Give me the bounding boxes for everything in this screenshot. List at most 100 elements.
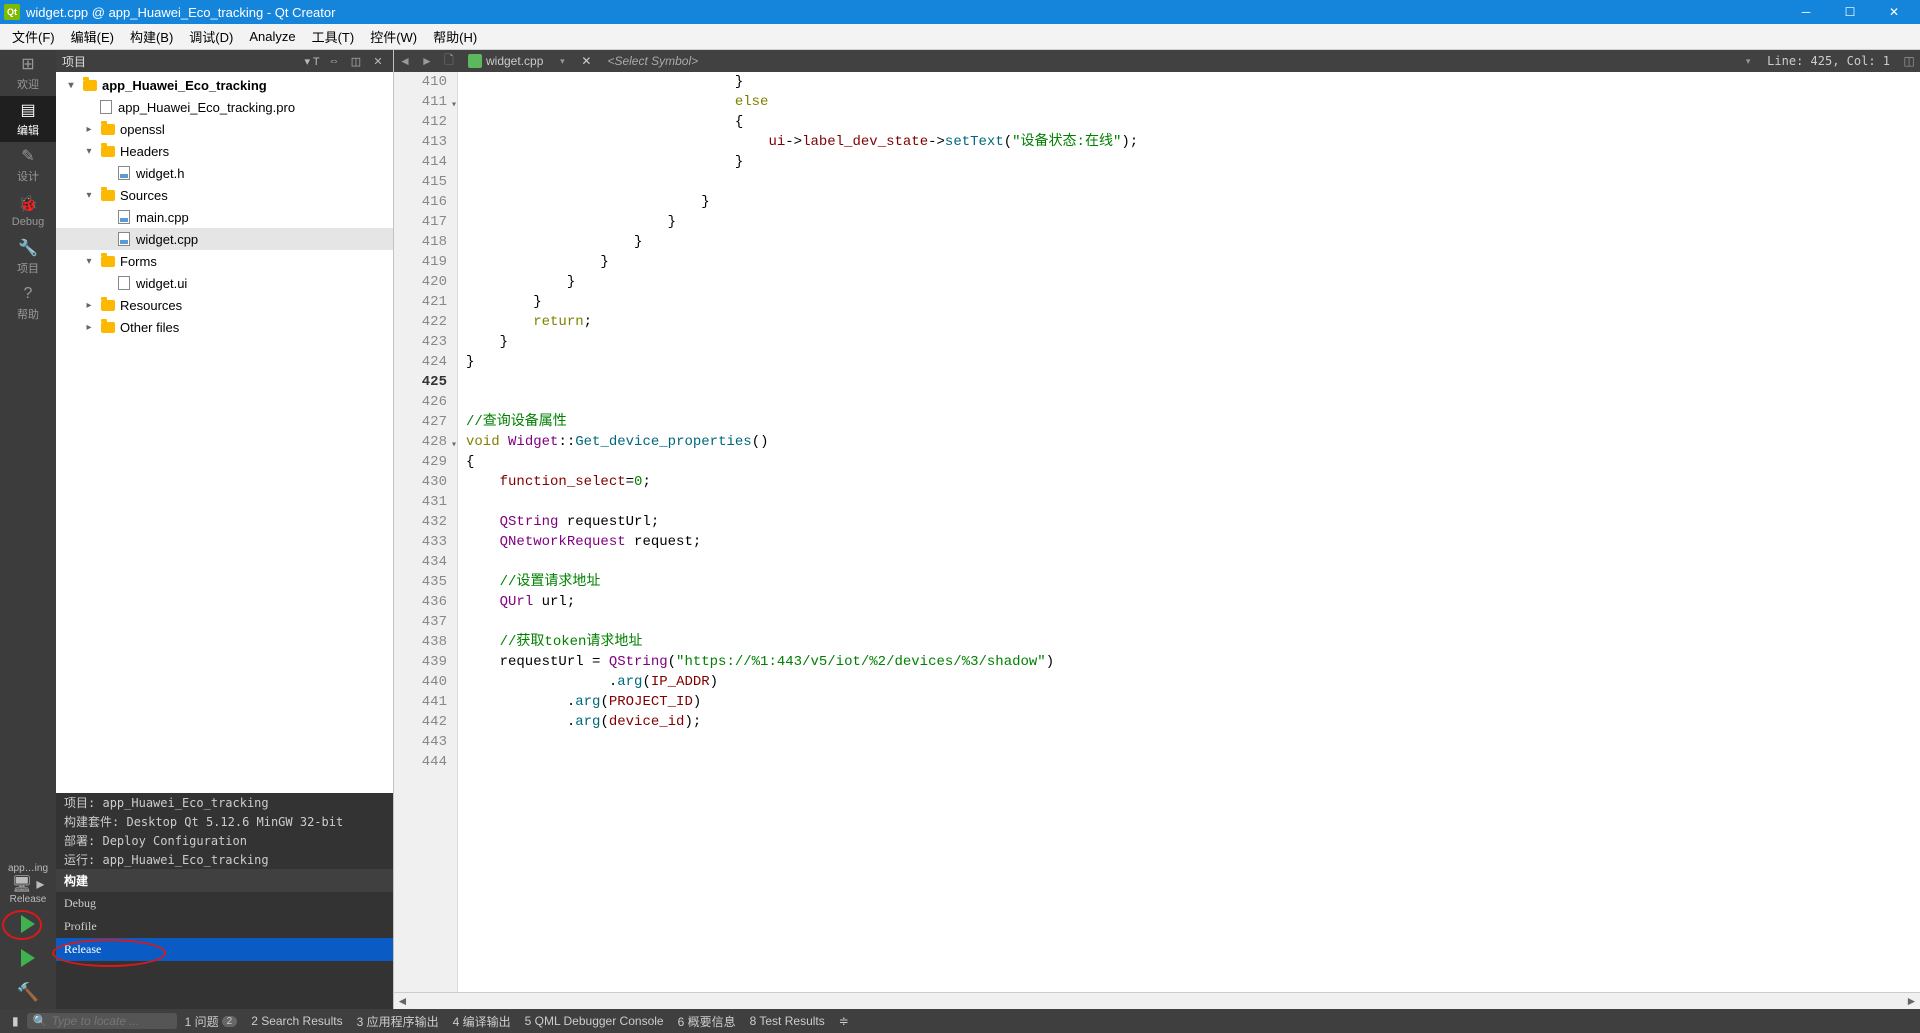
run-button[interactable]: [0, 907, 56, 941]
monitor-icon: 🖥 ▸: [0, 874, 56, 894]
debug-icon: 🐞: [18, 194, 38, 214]
menu-widgets[interactable]: 控件(W): [362, 25, 425, 49]
menu-edit[interactable]: 编辑(E): [63, 25, 122, 49]
tree-sources[interactable]: ▾Sources: [56, 184, 393, 206]
tree-widget-ui[interactable]: widget.ui: [56, 272, 393, 294]
locator-input[interactable]: [52, 1014, 172, 1028]
scroll-left-icon[interactable]: ◄: [394, 993, 411, 1010]
menu-help[interactable]: 帮助(H): [425, 25, 485, 49]
menu-analyze[interactable]: Analyze: [241, 25, 303, 49]
project-panel-header: 项目 ▾ T ⇔ ◫ ✕: [56, 50, 393, 72]
tree-widget-h[interactable]: widget.h: [56, 162, 393, 184]
pane-app-output[interactable]: 3 应用程序输出: [351, 1009, 445, 1033]
mode-selector: ⊞欢迎 ▤编辑 ✎设计 🐞Debug 🔧项目 ?帮助 app…ing 🖥 ▸ R…: [0, 50, 56, 1009]
build-option-profile[interactable]: Profile: [56, 915, 393, 938]
status-bar: ▮ 🔍 1 问题 2 2 Search Results 3 应用程序输出 4 编…: [0, 1009, 1920, 1033]
pane-issues[interactable]: 1 问题 2: [179, 1009, 244, 1033]
minimize-button[interactable]: ─: [1784, 0, 1828, 24]
nav-forward-button[interactable]: ►: [416, 50, 438, 72]
editor-file-tab[interactable]: widget.cpp: [460, 50, 551, 72]
chevron-down-icon: ▾: [64, 80, 78, 91]
scroll-right-icon[interactable]: ►: [1903, 993, 1920, 1010]
mode-projects[interactable]: 🔧项目: [0, 234, 56, 280]
pane-qml-console[interactable]: 5 QML Debugger Console: [519, 1009, 670, 1033]
tab-dropdown-icon[interactable]: ▾: [551, 50, 573, 72]
ui-file-icon: [118, 276, 130, 290]
locator[interactable]: 🔍: [27, 1013, 177, 1029]
maximize-button[interactable]: ☐: [1828, 0, 1872, 24]
code-editor[interactable]: 410411▾412413414415416417418419420421422…: [394, 72, 1920, 992]
build-info-deploy: 部署: Deploy Configuration: [56, 831, 393, 850]
link-icon[interactable]: ⇔: [325, 52, 343, 70]
tree-main-cpp[interactable]: main.cpp: [56, 206, 393, 228]
menu-build[interactable]: 构建(B): [122, 25, 181, 49]
run-controls: 🔨: [0, 907, 56, 1009]
symbol-selector[interactable]: <Select Symbol>: [599, 54, 1737, 68]
file-icon: [100, 100, 112, 114]
close-panel-icon[interactable]: ✕: [369, 52, 387, 70]
edit-icon: ▤: [18, 100, 38, 120]
home-icon: ⊞: [18, 54, 38, 74]
toggle-sidebar-button[interactable]: ▮: [6, 1009, 25, 1033]
pane-test-results[interactable]: 8 Test Results: [744, 1009, 831, 1033]
build-option-release[interactable]: Release: [56, 938, 393, 961]
folder-icon: [83, 80, 97, 91]
mode-debug[interactable]: 🐞Debug: [0, 188, 56, 234]
debug-run-button[interactable]: [0, 941, 56, 975]
play-icon: [21, 915, 35, 933]
cpp-file-icon: [118, 232, 130, 246]
menu-file[interactable]: 文件(F): [4, 25, 63, 49]
tree-pro-file[interactable]: app_Huawei_Eco_tracking.pro: [56, 96, 393, 118]
nav-back-button[interactable]: ◄: [394, 50, 416, 72]
split-editor-button[interactable]: ◫: [1898, 50, 1920, 72]
line-col-indicator[interactable]: Line: 425, Col: 1: [1759, 54, 1898, 68]
folder-icon: [101, 190, 115, 201]
folder-icon: [101, 256, 115, 267]
pane-general[interactable]: 6 概要信息: [672, 1009, 742, 1033]
menu-tools[interactable]: 工具(T): [304, 25, 363, 49]
symbol-dropdown-icon[interactable]: ▾: [1737, 50, 1759, 72]
tree-headers[interactable]: ▾Headers: [56, 140, 393, 162]
tree-project-root[interactable]: ▾app_Huawei_Eco_tracking: [56, 74, 393, 96]
nav-bookmark-button[interactable]: 🗋: [438, 50, 460, 72]
mode-design[interactable]: ✎设计: [0, 142, 56, 188]
tree-forms[interactable]: ▾Forms: [56, 250, 393, 272]
split-icon[interactable]: ◫: [347, 52, 365, 70]
play-debug-icon: [21, 949, 35, 967]
build-info-project: 项目: app_Huawei_Eco_tracking: [56, 793, 393, 812]
search-icon: 🔍: [33, 1014, 48, 1028]
build-button[interactable]: 🔨: [0, 975, 56, 1009]
qt-logo-icon: Qt: [4, 4, 20, 20]
filter-dropdown-icon[interactable]: ▾ T: [303, 52, 321, 70]
build-section-header: 构建: [56, 869, 393, 892]
tab-close-button[interactable]: ✕: [573, 50, 599, 72]
line-number-gutter[interactable]: 410411▾412413414415416417418419420421422…: [394, 72, 458, 992]
chevron-right-icon: ▸: [82, 124, 96, 135]
chevron-down-icon: ▾: [82, 256, 96, 267]
menu-debug[interactable]: 调试(D): [181, 25, 241, 49]
build-info-kit: 构建套件: Desktop Qt 5.12.6 MinGW 32-bit: [56, 812, 393, 831]
tree-resources[interactable]: ▸Resources: [56, 294, 393, 316]
window-controls: ─ ☐ ✕: [1784, 0, 1916, 24]
folder-icon: [101, 124, 115, 135]
design-icon: ✎: [18, 146, 38, 166]
cpp-file-icon: [118, 210, 130, 224]
tree-other-files[interactable]: ▸Other files: [56, 316, 393, 338]
code-body[interactable]: } else { ui->label_dev_state->setText("设…: [458, 72, 1920, 992]
horizontal-scrollbar[interactable]: ◄ ►: [394, 992, 1920, 1009]
chevron-right-icon: ▸: [82, 300, 96, 311]
tree-widget-cpp[interactable]: widget.cpp: [56, 228, 393, 250]
pane-compile-output[interactable]: 4 编译输出: [447, 1009, 517, 1033]
mode-help[interactable]: ?帮助: [0, 280, 56, 326]
target-selector[interactable]: app…ing 🖥 ▸ Release: [0, 861, 56, 907]
mode-welcome[interactable]: ⊞欢迎: [0, 50, 56, 96]
folder-icon: [101, 146, 115, 157]
build-option-debug[interactable]: Debug: [56, 892, 393, 915]
pane-search-results[interactable]: 2 Search Results: [245, 1009, 348, 1033]
chevron-right-icon: ▸: [82, 322, 96, 333]
tree-openssl[interactable]: ▸openssl: [56, 118, 393, 140]
close-button[interactable]: ✕: [1872, 0, 1916, 24]
project-tree[interactable]: ▾app_Huawei_Eco_tracking app_Huawei_Eco_…: [56, 72, 393, 793]
mode-edit[interactable]: ▤编辑: [0, 96, 56, 142]
pane-dropdown-icon[interactable]: ≑: [833, 1009, 855, 1033]
